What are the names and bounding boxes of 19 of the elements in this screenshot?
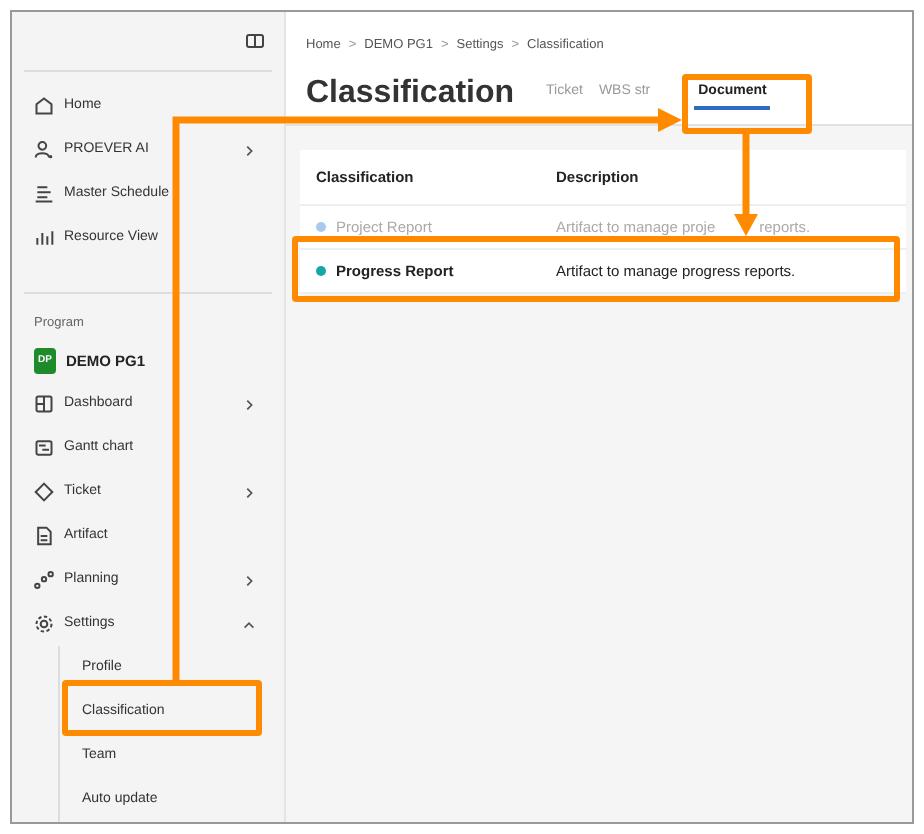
- highlight-box: [682, 74, 812, 134]
- chevron-icon: [242, 397, 256, 412]
- chevron-icon: [242, 485, 256, 500]
- stack-icon: [34, 184, 54, 204]
- home-icon: [34, 96, 54, 116]
- page-title: Classification: [306, 77, 515, 110]
- chevron-icon: [242, 143, 256, 157]
- bar-chart-icon: [34, 228, 54, 248]
- chevron-icon: [242, 573, 256, 588]
- person-icon: [34, 140, 54, 160]
- dashboard-icon: [34, 394, 54, 415]
- panel-toggle-icon[interactable]: [246, 34, 264, 48]
- tag-icon: [34, 482, 54, 503]
- gantt-icon: [34, 438, 54, 459]
- document-icon: [34, 526, 54, 547]
- chevron-icon: [242, 617, 256, 632]
- annotation-arrow: [734, 134, 758, 236]
- nodes-icon: [34, 570, 54, 591]
- settings-icon: [34, 614, 54, 635]
